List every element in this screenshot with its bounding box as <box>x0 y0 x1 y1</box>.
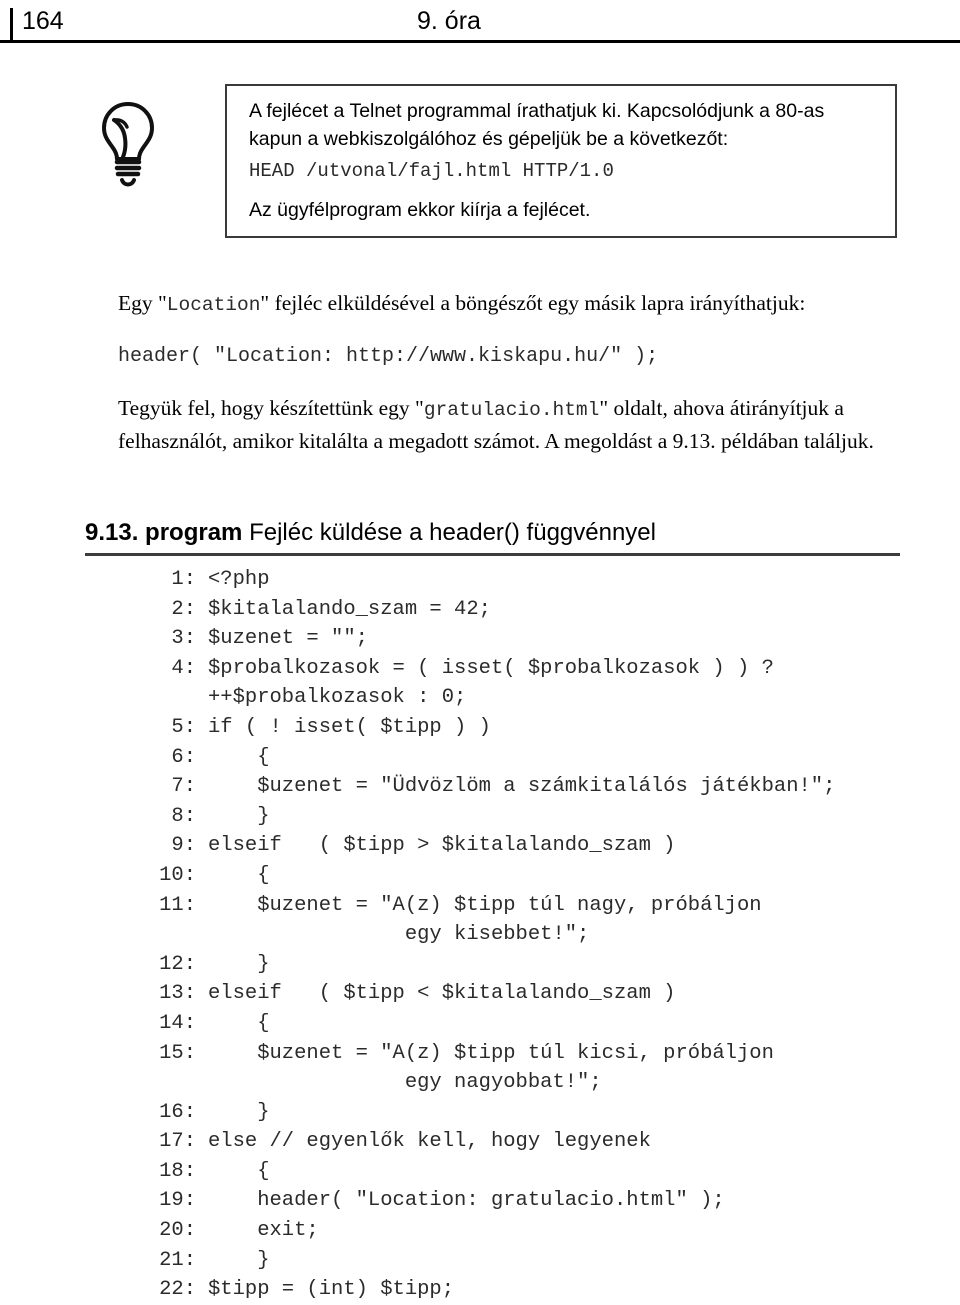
tip-box: A fejlécet a Telnet programmal írathatju… <box>225 84 897 238</box>
code-line: 18: { <box>150 1157 940 1187</box>
code-line: 13: elseif ( $tipp < $kitalalando_szam ) <box>150 979 940 1009</box>
code-line-text: $uzenet = "Üdvözlöm a számkitalálós játé… <box>208 775 836 799</box>
code-line: 1: <?php <box>150 565 940 595</box>
code-line-number: 18: <box>159 1159 196 1183</box>
body-paragraph-1-part-1: Egy " <box>118 291 167 315</box>
tip-region: A fejlécet a Telnet programmal írathatju… <box>0 84 960 242</box>
code-line-number: 20: <box>159 1219 196 1243</box>
code-line: 15: $uzenet = "A(z) $tipp túl kicsi, pró… <box>150 1039 940 1069</box>
code-line: 6: { <box>150 743 940 773</box>
code-line: 21: } <box>150 1246 940 1276</box>
code-line-number: 15: <box>159 1041 196 1065</box>
code-line: 7: $uzenet = "Üdvözlöm a számkitalálós j… <box>150 772 940 802</box>
code-line: 8: } <box>150 802 940 832</box>
code-line-text: $tipp = (int) $tipp; <box>208 1278 455 1302</box>
body-paragraph-1: Egy "Location" fejléc elküldésével a bön… <box>118 288 908 321</box>
code-line-text: { <box>208 1011 270 1035</box>
code-listing: 1: <?php 2: $kitalalando_szam = 42; 3: $uzene… <box>150 565 940 1305</box>
header-horizontal-rule <box>0 40 960 43</box>
code-line: ++$probalkozasok : 0; <box>150 683 940 713</box>
code-line-text: elseif ( $tipp < $kitalalando_szam ) <box>208 982 676 1006</box>
code-line-text: elseif ( $tipp > $kitalalando_szam ) <box>208 834 676 858</box>
code-line: egy kisebbet!"; <box>150 920 940 950</box>
code-line-text: { <box>208 863 270 887</box>
listing-number: 9.13. program <box>85 519 243 546</box>
code-line-text: $probalkozasok = ( isset( $probalkozasok… <box>208 656 774 680</box>
code-line-text: $kitalalando_szam = 42; <box>208 597 491 621</box>
code-line-number: 9: <box>171 834 196 858</box>
lightbulb-icon <box>96 100 160 190</box>
code-line-text: { <box>208 745 270 769</box>
listing-heading: 9.13. program Fejléc küldése a header() … <box>85 517 900 549</box>
page-number: 164 <box>22 7 64 35</box>
code-line-text: $uzenet = ""; <box>208 627 368 651</box>
code-line-number: 4: <box>171 656 196 680</box>
code-line-number: 11: <box>159 893 196 917</box>
code-line-number: 19: <box>159 1189 196 1213</box>
code-line: 2: $kitalalando_szam = 42; <box>150 595 940 625</box>
page-header: 164 9. óra <box>0 0 960 44</box>
code-line-text: } <box>208 804 270 828</box>
code-line-text: egy nagyobbat!"; <box>208 1071 602 1095</box>
code-line-text: } <box>208 1100 270 1124</box>
body-paragraph-2-code-term: gratulacio.html <box>423 399 600 421</box>
code-line-number: 1: <box>171 568 196 591</box>
code-line-number: 17: <box>159 1130 196 1154</box>
body-paragraph-1-part-2: " fejléc elküldésével a böngészőt egy má… <box>260 291 806 315</box>
code-line-number: 6: <box>171 745 196 769</box>
code-line-text: egy kisebbet!"; <box>208 923 590 947</box>
code-line: 3: $uzenet = ""; <box>150 624 940 654</box>
code-line: 9: elseif ( $tipp > $kitalalando_szam ) <box>150 831 940 861</box>
code-line-text: header( "Location: gratulacio.html" ); <box>208 1189 725 1213</box>
body-paragraph-2-part-1: Tegyük fel, hogy készítettünk egy " <box>118 396 424 420</box>
code-line-text: exit; <box>208 1219 319 1243</box>
code-line-number: 2: <box>171 597 196 621</box>
code-line: egy nagyobbat!"; <box>150 1068 940 1098</box>
code-line: 4: $probalkozasok = ( isset( $probalkozas… <box>150 654 940 684</box>
tip-code-sample: HEAD /utvonal/fajl.html HTTP/1.0 <box>249 160 614 182</box>
code-line: 10: { <box>150 861 940 891</box>
code-line-number: 8: <box>171 804 196 828</box>
header-left-rule <box>10 8 13 42</box>
code-line-number: 14: <box>159 1011 196 1035</box>
code-line-text: if ( ! isset( $tipp ) ) <box>208 715 491 739</box>
code-line-number: 16: <box>159 1100 196 1124</box>
code-line: 16: } <box>150 1098 940 1128</box>
code-line-text: ++$probalkozasok : 0; <box>208 686 467 710</box>
code-line-text: $uzenet = "A(z) $tipp túl kicsi, próbálj… <box>208 1041 774 1065</box>
inline-code-header-call: header( "Location: http://www.kiskapu.hu… <box>118 345 659 368</box>
code-line-number: 12: <box>159 952 196 976</box>
code-line: 14: { <box>150 1009 940 1039</box>
code-line-number: 22: <box>159 1278 196 1302</box>
listing-caption: Fejléc küldése a header() függvénnyel <box>249 519 656 546</box>
code-line-text: $uzenet = "A(z) $tipp túl nagy, próbáljo… <box>208 893 762 917</box>
code-line: 22: $tipp = (int) $tipp; <box>150 1275 940 1305</box>
code-line: 5: if ( ! isset( $tipp ) ) <box>150 713 940 743</box>
code-line: 12: } <box>150 950 940 980</box>
code-line-number: 5: <box>171 715 196 739</box>
code-line-text: } <box>208 1248 270 1272</box>
tip-paragraph-1: A fejlécet a Telnet programmal írathatju… <box>249 100 825 150</box>
code-line-text: <?php <box>208 568 270 591</box>
code-line: 19: header( "Location: gratulacio.html" … <box>150 1186 940 1216</box>
code-line-text: { <box>208 1159 270 1183</box>
listing-heading-rule <box>85 553 900 556</box>
body-paragraph-1-code-term: Location <box>166 294 261 316</box>
code-line-number: 3: <box>171 627 196 651</box>
body-paragraph-2: Tegyük fel, hogy készítettünk egy "gratu… <box>118 393 908 457</box>
code-line-number: 10: <box>159 863 196 887</box>
page-title: 9. óra <box>417 7 481 35</box>
code-line: 17: else // egyenlők kell, hogy legyenek <box>150 1127 940 1157</box>
code-line-number: 7: <box>171 775 196 799</box>
tip-paragraph-2: Az ügyfélprogram ekkor kiírja a fejlécet… <box>249 199 591 221</box>
code-line: 11: $uzenet = "A(z) $tipp túl nagy, prób… <box>150 891 940 921</box>
code-line-text: } <box>208 952 270 976</box>
code-line-number: 21: <box>159 1248 196 1272</box>
code-line-number: 13: <box>159 982 196 1006</box>
code-line: 20: exit; <box>150 1216 940 1246</box>
code-line-text: else // egyenlők kell, hogy legyenek <box>208 1130 651 1154</box>
